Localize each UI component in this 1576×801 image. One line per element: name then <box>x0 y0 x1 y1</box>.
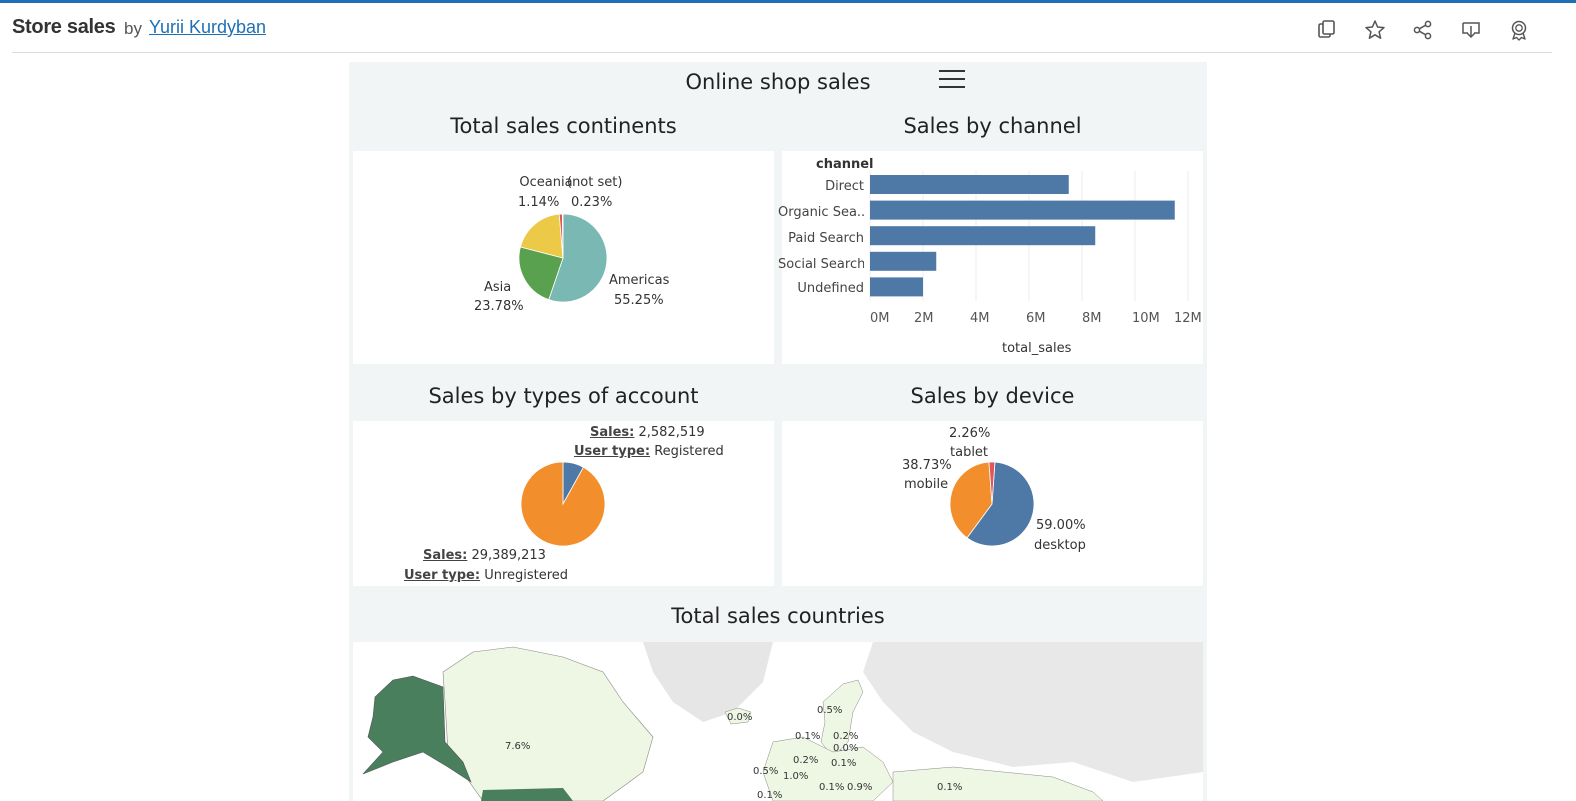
star-icon <box>1365 20 1385 39</box>
pie-pct-notset: 0.23% <box>571 195 613 210</box>
map-value-label: 0.5% <box>817 705 843 716</box>
device-title: Sales by device <box>910 384 1075 408</box>
badge-button[interactable] <box>1506 17 1532 43</box>
map-value-label: 7.6% <box>505 741 531 752</box>
map-value-label: 0.0% <box>727 712 753 723</box>
map-value-label: 0.0% <box>833 743 859 754</box>
pie-label-tablet: tablet <box>950 445 989 460</box>
registered-sales-tooltip: Sales: 2,582,519 <box>590 425 705 440</box>
x-tick-label: 0M <box>870 311 890 326</box>
unregistered-type-tooltip: User type: Unregistered <box>404 568 569 583</box>
x-tick-label: 10M <box>1132 311 1160 326</box>
unregistered-sales-tooltip: Sales: 29,389,213 <box>423 548 546 563</box>
device-panel: 2.26% tablet 38.73% mobile 59.00% deskto… <box>782 421 1203 586</box>
favorite-button[interactable] <box>1362 17 1388 43</box>
map-usa <box>481 788 573 801</box>
viz-header: Store sales by Yurii Kurdyban <box>0 3 1576 53</box>
bar-category-label: Direct <box>825 179 864 194</box>
pie-pct-asia: 23.78% <box>474 299 524 314</box>
pie-label-notset: (not set) <box>567 175 623 190</box>
by-text: by <box>124 19 142 38</box>
account-panel: Sales: 2,582,519 User type: Registered S… <box>353 421 774 586</box>
viz-title: Store sales <box>12 16 116 38</box>
pie-pct-oceania: 1.14% <box>518 195 560 210</box>
map-value-label: 0.9% <box>847 782 873 793</box>
channel-panel: channel Direct Organic Sea.. Paid Search… <box>778 151 1203 364</box>
map-value-label: 0.5% <box>753 766 779 777</box>
map-value-label: 0.1% <box>937 782 963 793</box>
download-icon <box>1462 22 1480 39</box>
countries-map-panel[interactable]: 7.6% 0.0% 0.5% 0.2% 0.1% 0.0% 0.2% 0.1% … <box>353 642 1203 801</box>
pie-label-americas: Americas <box>609 273 670 288</box>
copy-icon <box>1318 20 1335 38</box>
countries-title: Total sales countries <box>671 604 885 628</box>
x-tick-label: 12M <box>1174 311 1202 326</box>
pie-label-mobile: mobile <box>904 477 949 492</box>
pie-pct-mobile: 38.73% <box>902 458 952 473</box>
pie-pct-desktop: 59.00% <box>1036 518 1086 533</box>
dashboard: Online shop sales Total sales continents… <box>349 62 1207 801</box>
dashboard-title: Online shop sales <box>685 70 871 94</box>
bar-paid-search[interactable] <box>870 226 1096 246</box>
pie-slice-unregistered[interactable] <box>520 461 606 547</box>
map-value-label: 0.1% <box>819 782 845 793</box>
pie-pct-americas: 55.25% <box>614 293 664 308</box>
map-value-label: 0.1% <box>831 758 857 769</box>
bar-social-search[interactable] <box>870 251 937 271</box>
map-value-label: 0.2% <box>833 731 859 742</box>
header-divider <box>12 52 1552 53</box>
badge-icon <box>1511 20 1527 41</box>
continents-title: Total sales continents <box>450 114 677 138</box>
world-map <box>353 642 1203 801</box>
bar-category-label: Paid Search <box>788 231 864 246</box>
x-tick-label: 8M <box>1082 311 1102 326</box>
x-tick-label: 2M <box>914 311 934 326</box>
copy-button[interactable] <box>1314 17 1340 43</box>
bar-category-label: Social Search <box>778 257 864 272</box>
bar-category-label: Undefined <box>797 281 864 296</box>
bar-category-label: Organic Sea.. <box>778 205 864 220</box>
x-tick-label: 4M <box>970 311 990 326</box>
continents-panel: Oceania (not set) 1.14% 0.23% Americas 5… <box>353 151 774 364</box>
bar-organic-sea-[interactable] <box>870 200 1175 220</box>
pie-label-desktop: desktop <box>1034 538 1086 553</box>
account-title: Sales by types of account <box>428 384 699 408</box>
x-tick-label: 6M <box>1026 311 1046 326</box>
map-value-label: 0.1% <box>757 790 783 801</box>
download-button[interactable] <box>1458 17 1484 43</box>
pie-label-asia: Asia <box>484 280 512 295</box>
hamburger-menu-icon[interactable] <box>939 70 965 92</box>
bar-undefined[interactable] <box>870 277 923 297</box>
share-icon <box>1413 20 1432 40</box>
device-pie[interactable] <box>782 421 1203 586</box>
bar-x-axis-title: total_sales <box>1002 341 1072 356</box>
bar-direct[interactable] <box>870 175 1069 194</box>
pie-pct-tablet: 2.26% <box>949 426 991 441</box>
share-button[interactable] <box>1410 17 1436 43</box>
map-value-label: 1.0% <box>783 771 809 782</box>
registered-type-tooltip: User type: Registered <box>574 444 724 459</box>
author-link[interactable]: Yurii Kurdyban <box>149 17 266 38</box>
map-value-label: 0.2% <box>793 755 819 766</box>
channel-title: Sales by channel <box>903 114 1082 138</box>
map-value-label: 0.1% <box>795 731 821 742</box>
